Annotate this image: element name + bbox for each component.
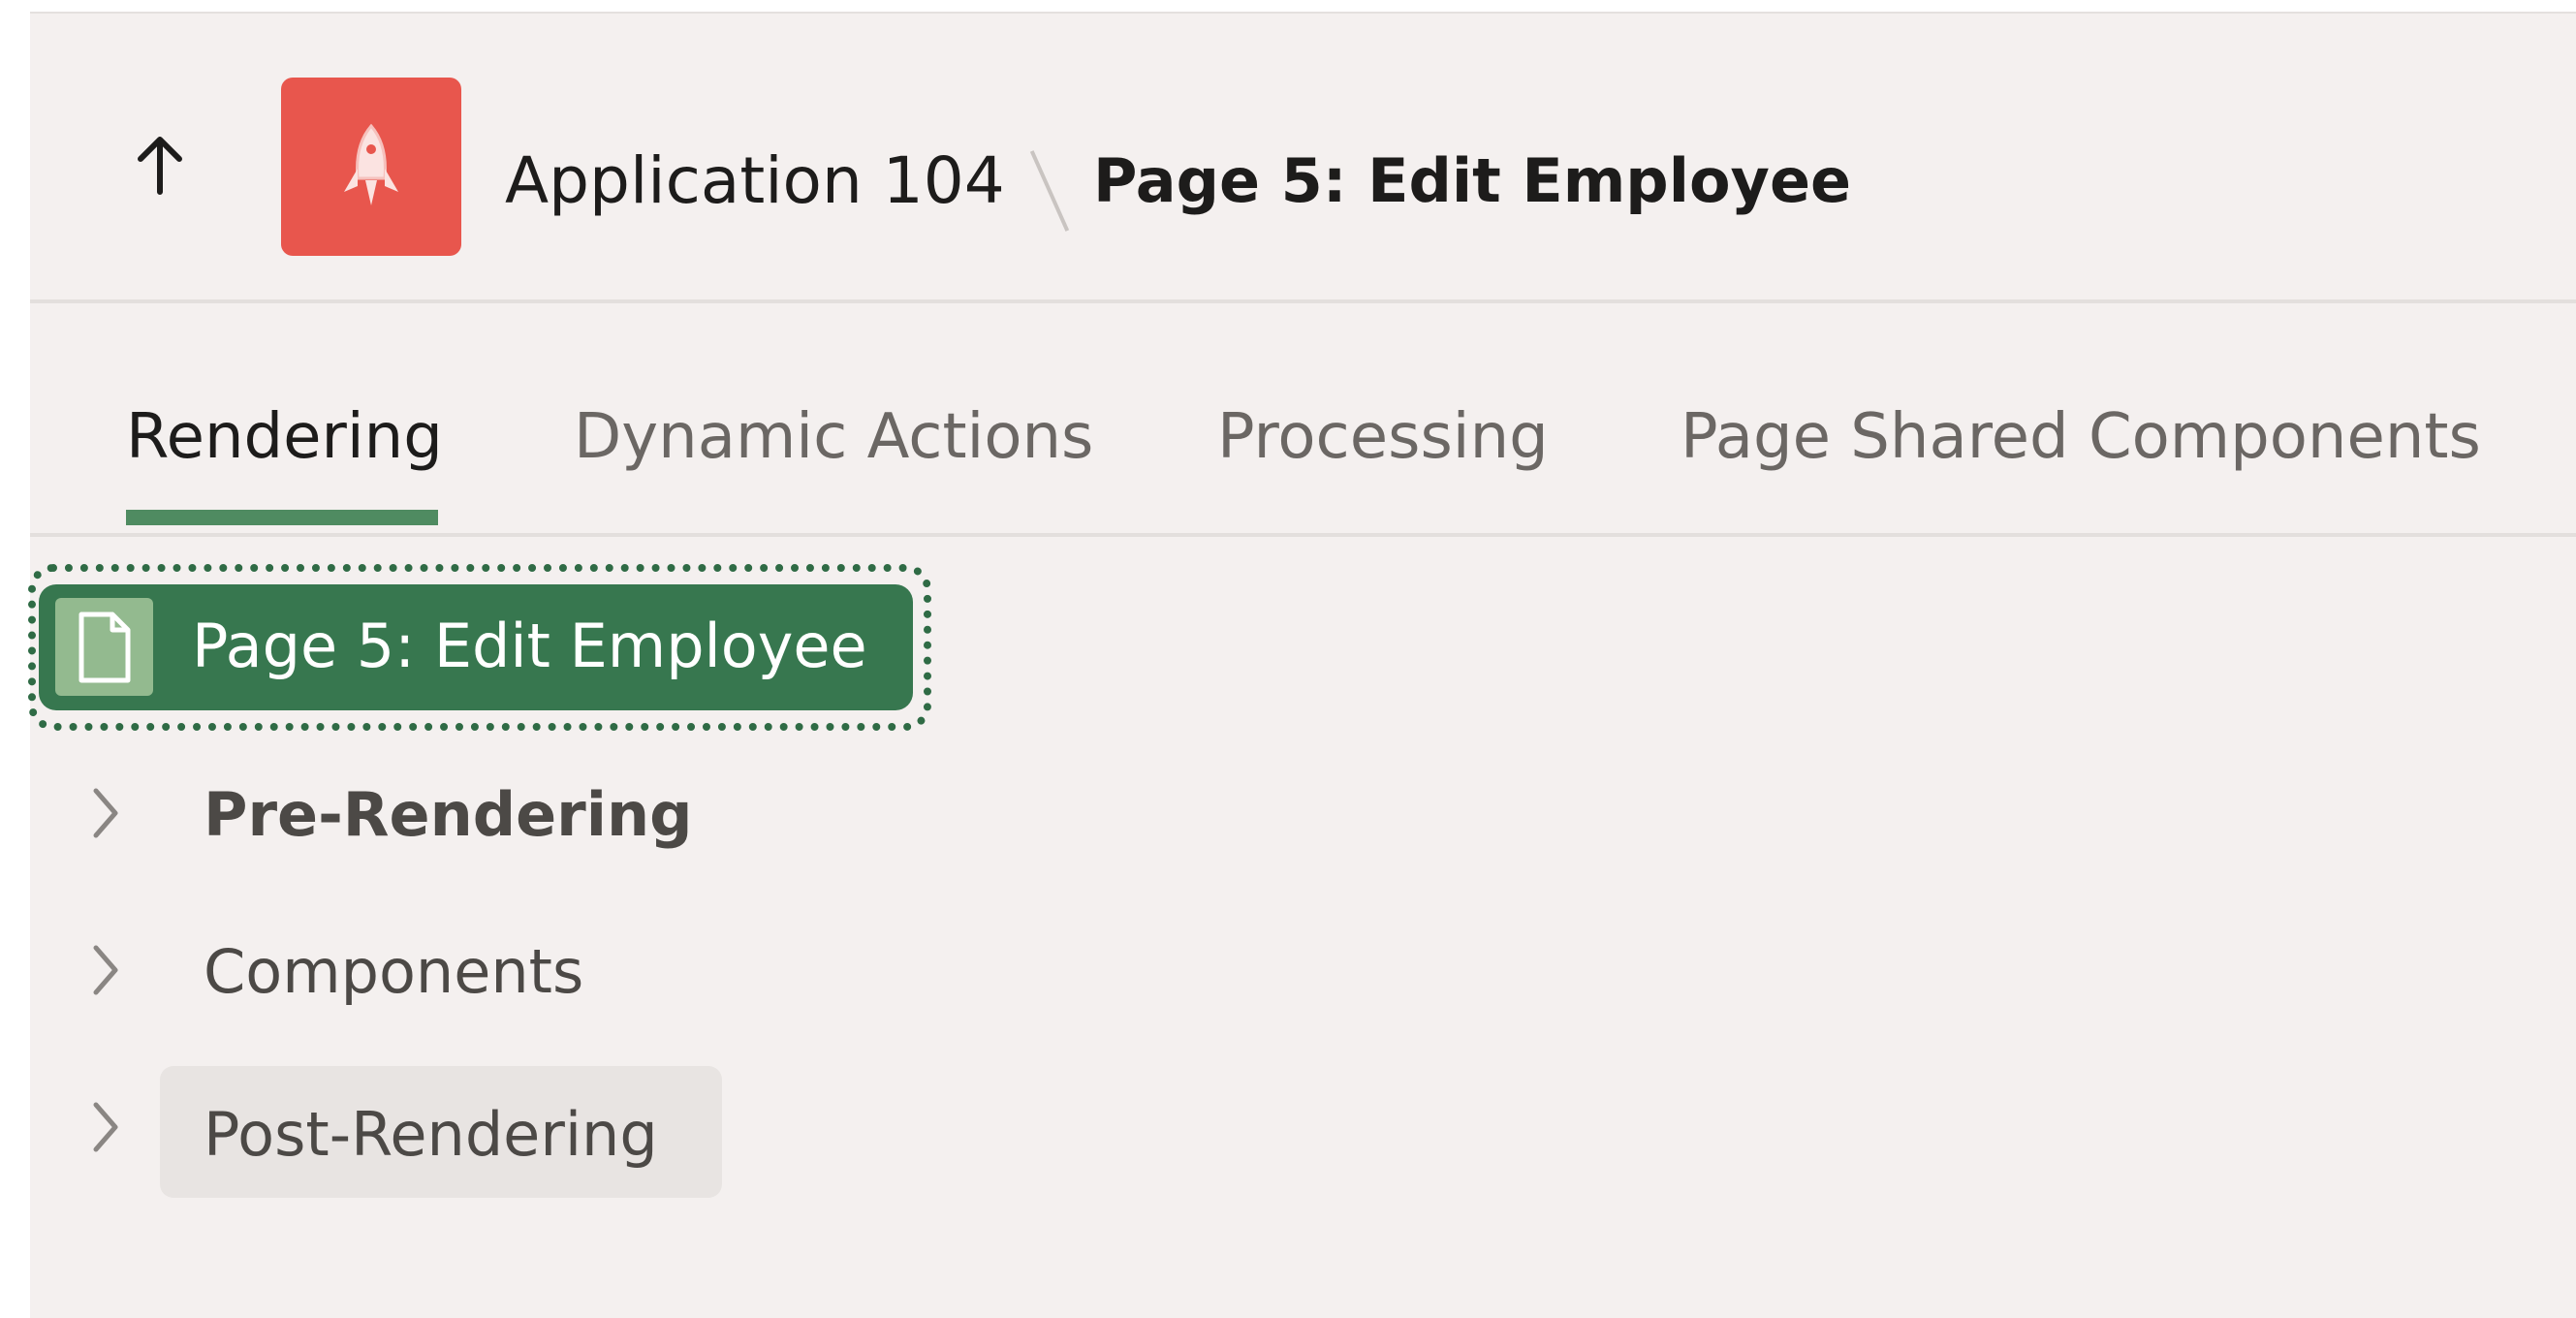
tree-node-label: Post-Rendering <box>204 1099 658 1170</box>
tree-node-label: Pre-Rendering <box>204 779 693 850</box>
breadcrumb-page-title: Page 5: Edit Employee <box>1093 145 1852 216</box>
breadcrumb-separator <box>1029 150 1070 232</box>
rocket-icon <box>344 123 398 205</box>
arrow-up-icon <box>138 137 182 195</box>
tab-processing[interactable]: Processing <box>1217 398 1549 476</box>
tab-dynamic-actions[interactable]: Dynamic Actions <box>574 398 1093 476</box>
tab-page-shared-components[interactable]: Page Shared Components <box>1681 398 2481 476</box>
page-designer: Application 104 Page 5: Edit Employee Re… <box>28 12 2576 1318</box>
app-tile[interactable] <box>281 78 461 256</box>
tree-node-post-rendering[interactable]: Post-Rendering <box>30 1066 902 1198</box>
chevron-right-icon[interactable] <box>80 936 129 1004</box>
page-icon <box>55 598 153 696</box>
chevron-right-icon[interactable] <box>80 1093 129 1161</box>
tree-root-label: Page 5: Edit Employee <box>192 611 867 681</box>
tree-node-pre-rendering[interactable]: Pre-Rendering <box>30 752 902 878</box>
tab-rendering[interactable]: Rendering <box>126 398 443 476</box>
tree-node-label: Components <box>204 936 584 1007</box>
tree-node-components[interactable]: Components <box>30 909 902 1035</box>
chevron-right-icon[interactable] <box>80 779 129 847</box>
up-button[interactable] <box>126 131 194 199</box>
tree-root-node[interactable]: Page 5: Edit Employee <box>39 584 913 710</box>
breadcrumb-application[interactable]: Application 104 <box>505 141 1005 221</box>
tab-bar: Rendering Dynamic Actions Processing Pag… <box>30 303 2576 537</box>
active-tab-indicator <box>126 510 438 525</box>
header: Application 104 Page 5: Edit Employee <box>30 14 2576 303</box>
